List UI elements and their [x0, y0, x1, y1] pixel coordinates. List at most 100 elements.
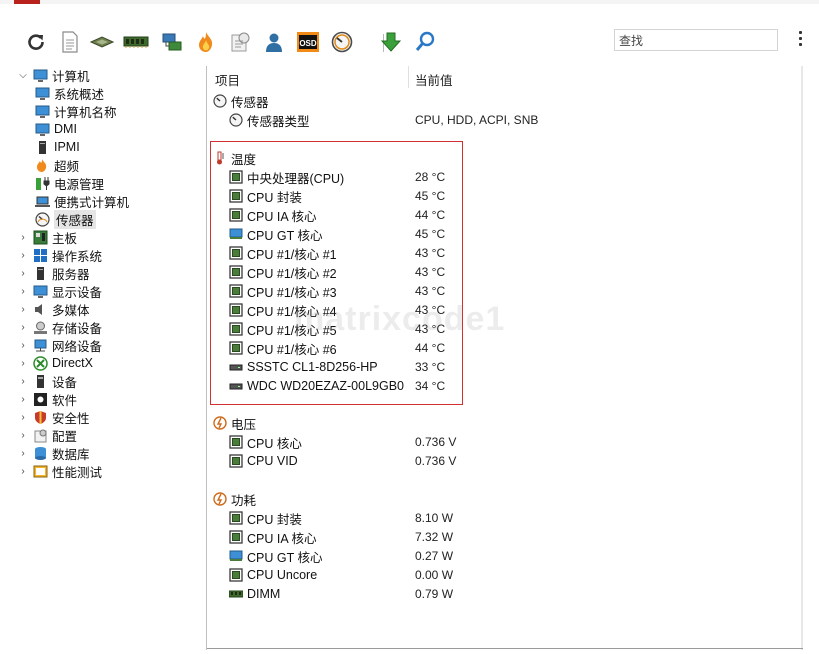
sensor-icon[interactable] — [329, 30, 355, 54]
list-item[interactable]: DIMM — [229, 585, 280, 603]
tree-item-system-summary[interactable]: 系统概述 — [35, 84, 104, 102]
ram-icon[interactable] — [123, 30, 149, 54]
chevron-down-icon[interactable]: ⌵ — [17, 70, 29, 81]
chevron-right-icon[interactable]: › — [17, 466, 29, 477]
tree-item-server[interactable]: › 服务器 — [17, 264, 90, 282]
tree-item-display[interactable]: › 显示设备 — [17, 282, 102, 300]
tree-label: 多媒体 — [52, 303, 90, 318]
tree-item-computer-name[interactable]: 计算机名称 — [35, 102, 117, 120]
tree-item-ipmi[interactable]: IPMI — [35, 138, 80, 156]
tree-item-portable[interactable]: 便携式计算机 — [35, 192, 129, 210]
item-label: CPU 封装 — [247, 512, 302, 527]
tree-item-network[interactable]: › 网络设备 — [17, 336, 102, 354]
scrollbar-track[interactable] — [801, 66, 803, 650]
user-icon[interactable] — [261, 30, 287, 54]
chevron-right-icon[interactable]: › — [17, 430, 29, 441]
item-label: CPU IA 核心 — [247, 531, 317, 546]
column-divider[interactable] — [408, 66, 409, 88]
chevron-right-icon[interactable]: › — [17, 322, 29, 333]
item-label: CPU 核心 — [247, 436, 302, 451]
search-icon[interactable] — [412, 30, 438, 54]
list-item[interactable]: CPU GT 核心 — [229, 547, 322, 565]
list-item[interactable]: CPU 核心 — [229, 433, 302, 451]
search-input[interactable] — [614, 29, 778, 51]
tree-item-power-management[interactable]: 电源管理 — [35, 174, 104, 192]
burn-icon[interactable] — [193, 30, 219, 54]
chevron-right-icon[interactable]: › — [17, 340, 29, 351]
tree-label: DirectX — [52, 356, 93, 370]
tree-item-storage[interactable]: › 存储设备 — [17, 318, 102, 336]
network-icon[interactable] — [159, 30, 185, 54]
directx-icon — [33, 355, 48, 371]
battery-plug-icon — [36, 176, 50, 190]
more-options-icon[interactable] — [797, 31, 803, 49]
refresh-icon[interactable] — [23, 30, 49, 54]
tree-label: 传感器 — [54, 209, 96, 229]
item-value: 7.32 W — [415, 530, 454, 544]
tree-item-sensor[interactable]: 传感器 — [35, 209, 96, 229]
list-item[interactable]: 传感器类型 — [229, 111, 310, 129]
tree-item-database[interactable]: › 数据库 — [17, 444, 90, 462]
config-icon — [34, 429, 47, 442]
report-icon[interactable] — [57, 30, 83, 54]
tree-item-directx[interactable]: › DirectX — [17, 354, 93, 372]
chevron-right-icon[interactable]: › — [17, 232, 29, 243]
gpu-icon — [229, 550, 243, 561]
chevron-right-icon[interactable]: › — [17, 394, 29, 405]
tree-label: 主板 — [52, 231, 78, 246]
chevron-right-icon[interactable]: › — [17, 250, 29, 261]
list-item[interactable]: CPU IA 核心 — [229, 528, 316, 546]
list-item[interactable]: CPU VID — [229, 452, 298, 470]
item-value: 0.736 V — [415, 435, 457, 449]
watermark: matrixcode1 — [294, 300, 506, 338]
computer-icon — [33, 69, 48, 82]
chevron-right-icon[interactable]: › — [17, 358, 29, 369]
item-label: CPU Uncore — [247, 568, 318, 582]
tree-item-multimedia[interactable]: › 多媒体 — [17, 300, 90, 318]
tree-label: 网络设备 — [52, 339, 103, 354]
item-value: CPU, HDD, ACPI, SNB — [415, 113, 539, 127]
monitor-icon — [35, 123, 50, 136]
cpu-chip-icon — [229, 454, 243, 468]
chevron-right-icon[interactable]: › — [17, 286, 29, 297]
section-title: 电压 — [231, 417, 257, 432]
monitor-icon — [35, 105, 50, 118]
tree-item-overclock[interactable]: 超频 — [35, 156, 79, 174]
temperature-highlight-box — [210, 141, 463, 405]
tree-item-devices[interactable]: › 设备 — [17, 372, 77, 390]
display-icon — [33, 285, 48, 298]
cpu-chip-icon — [229, 435, 243, 449]
list-item[interactable]: CPU Uncore — [229, 566, 317, 584]
chevron-right-icon[interactable]: › — [17, 268, 29, 279]
column-header-item[interactable]: 项目 — [215, 70, 240, 89]
chevron-right-icon[interactable]: › — [17, 412, 29, 423]
cpu-chip-icon — [229, 511, 243, 525]
list-item[interactable]: CPU 封装 — [229, 509, 302, 527]
tree-label: 操作系统 — [52, 249, 103, 264]
tree-item-os[interactable]: › 操作系统 — [17, 246, 102, 264]
chevron-right-icon[interactable]: › — [17, 376, 29, 387]
tree-item-dmi[interactable]: DMI — [35, 120, 77, 138]
tree-item-config[interactable]: › 配置 — [17, 426, 77, 444]
device-icon — [37, 374, 44, 388]
chevron-right-icon[interactable]: › — [17, 448, 29, 459]
dimm-icon — [229, 590, 243, 598]
chevron-right-icon[interactable]: › — [17, 304, 29, 315]
memory-icon[interactable] — [89, 30, 115, 54]
gauge-icon — [35, 211, 50, 227]
shield-icon — [35, 410, 46, 424]
tree-item-computer[interactable]: ⌵ 计算机 — [17, 66, 90, 84]
tree-item-benchmark[interactable]: › 性能测试 — [17, 462, 102, 480]
navigation-tree: ⌵ 计算机 系统概述 计算机名称 DMI IPMI 超频 电源管理 便携式计算机… — [17, 66, 204, 650]
window-top-strip — [0, 0, 819, 4]
tree-item-security[interactable]: › 安全性 — [17, 408, 90, 426]
voltage-icon — [213, 416, 227, 430]
gauge-icon — [213, 94, 227, 108]
benchmark-icon[interactable] — [227, 30, 253, 54]
osd-icon[interactable]: OSD — [295, 30, 321, 54]
update-icon[interactable] — [378, 30, 404, 54]
column-header-value[interactable]: 当前值 — [415, 70, 453, 89]
tree-item-motherboard[interactable]: › 主板 — [17, 228, 77, 246]
tree-item-software[interactable]: › 软件 — [17, 390, 77, 408]
tree-label: 显示设备 — [52, 285, 103, 300]
